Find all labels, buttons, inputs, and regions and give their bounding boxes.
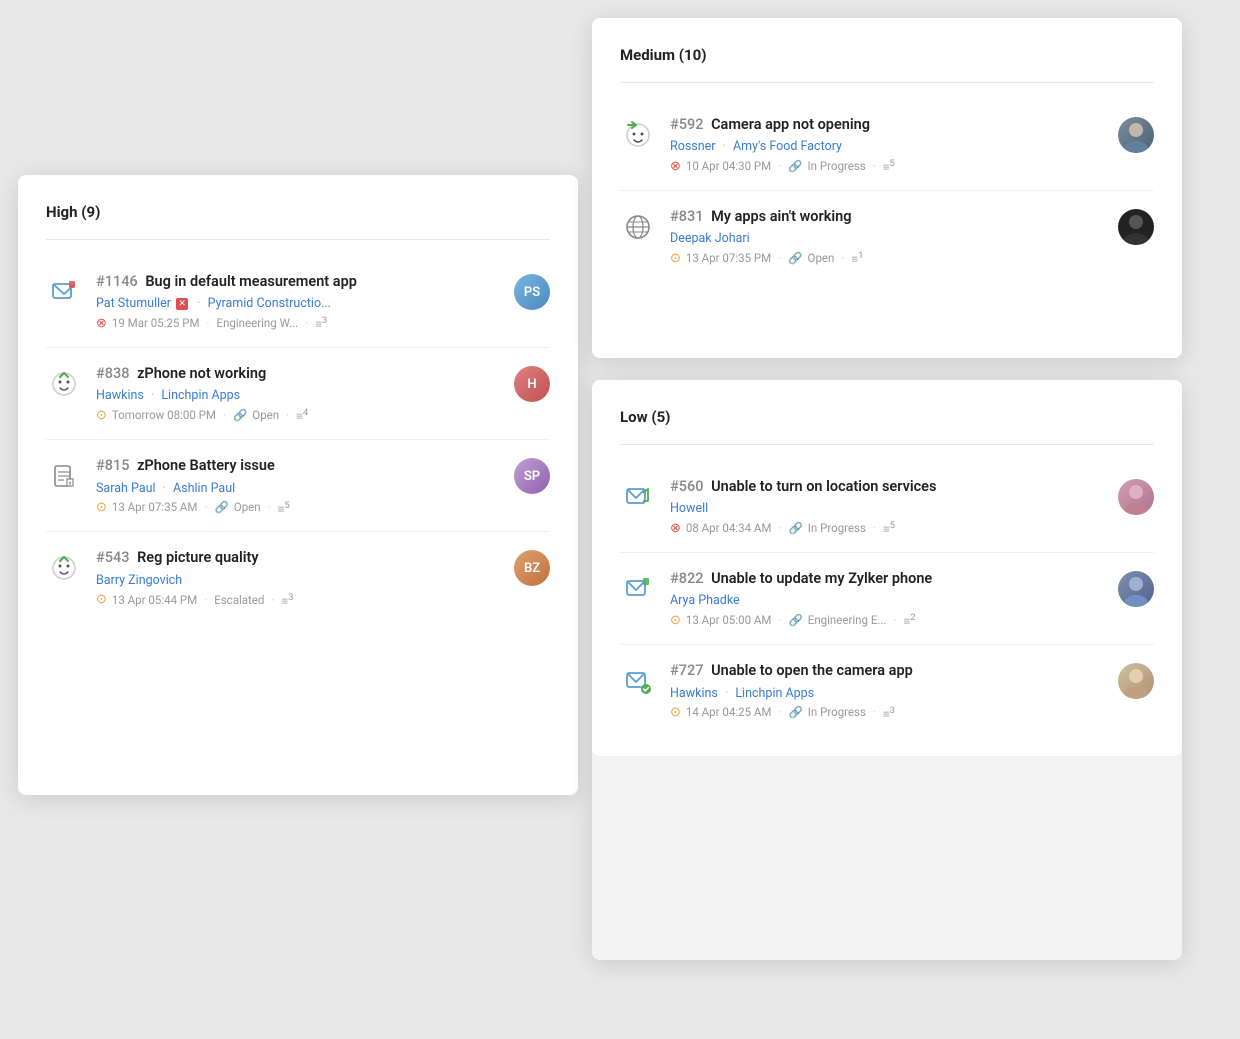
ticket-body: #560 Unable to turn on location services… xyxy=(670,477,1104,536)
ticket-title: #815 zPhone Battery issue xyxy=(96,456,500,476)
ticket-body: #831 My apps ain't working Deepak Johari… xyxy=(670,207,1104,266)
ticket-agent[interactable]: Hawkins xyxy=(96,388,144,403)
ticket-body: #822 Unable to update my Zylker phone Ar… xyxy=(670,569,1104,628)
ticket-title: #822 Unable to update my Zylker phone xyxy=(670,569,1104,589)
ticket-company[interactable]: Linchpin Apps xyxy=(735,686,814,701)
ticket-item[interactable]: #838 zPhone not working Hawkins · Linchp… xyxy=(46,348,550,440)
ticket-meta-links: Barry Zingovich xyxy=(96,573,500,588)
ticket-company[interactable]: Amy's Food Factory xyxy=(733,139,842,154)
ticket-title: #1146 Bug in default measurement app xyxy=(96,272,500,292)
ticket-title: #592 Camera app not opening xyxy=(670,115,1104,135)
ticket-meta-info: ⊗ 10 Apr 04:30 PM · 🔗 In Progress · ≡5 xyxy=(670,158,1104,174)
ticket-item[interactable]: #831 My apps ain't working Deepak Johari… xyxy=(620,191,1154,282)
ticket-item[interactable]: #822 Unable to update my Zylker phone Ar… xyxy=(620,553,1154,645)
ticket-meta-links: Arya Phadke xyxy=(670,593,1104,608)
ticket-meta-links: Rossner · Amy's Food Factory xyxy=(670,139,1104,154)
ticket-agent[interactable]: Deepak Johari xyxy=(670,231,750,246)
ticket-id: #543 xyxy=(96,549,129,566)
avatar xyxy=(1118,571,1154,607)
high-section-title: High (9) xyxy=(46,203,550,221)
ticket-agent[interactable]: Rossner xyxy=(670,139,716,154)
ticket-id: #727 xyxy=(670,662,703,679)
ticket-meta-info: ⊙ 13 Apr 07:35 AM · 🔗 Open · ≡5 xyxy=(96,500,500,516)
mail-check-icon xyxy=(620,663,656,699)
ticket-body: #815 zPhone Battery issue Sarah Paul · A… xyxy=(96,456,500,515)
ticket-company[interactable]: Ashlin Paul xyxy=(173,481,235,496)
ticket-body: #838 zPhone not working Hawkins · Linchp… xyxy=(96,364,500,423)
globe-icon xyxy=(620,209,656,245)
ticket-meta-info: ⊙ Tomorrow 08:00 PM · 🔗 Open · ≡4 xyxy=(96,407,500,423)
low-section-title: Low (5) xyxy=(620,408,1154,426)
ticket-id: #822 xyxy=(670,570,703,587)
ticket-company[interactable]: Linchpin Apps xyxy=(161,388,240,403)
ticket-meta-info: ⊗ 08 Apr 04:34 AM · 🔗 In Progress · ≡5 xyxy=(670,520,1104,536)
ticket-item[interactable]: #727 Unable to open the camera app Hawki… xyxy=(620,645,1154,736)
ticket-company[interactable]: Pyramid Constructio... xyxy=(208,296,331,311)
mail-icon xyxy=(620,479,656,515)
ticket-body: #543 Reg picture quality Barry Zingovich… xyxy=(96,548,500,607)
ticket-agent[interactable]: Arya Phadke xyxy=(670,593,740,608)
ticket-title: #543 Reg picture quality xyxy=(96,548,500,568)
ticket-item[interactable]: #1146 Bug in default measurement app Pat… xyxy=(46,256,550,348)
ticket-meta-links: Hawkins · Linchpin Apps xyxy=(96,388,500,403)
ticket-body: #592 Camera app not opening Rossner · Am… xyxy=(670,115,1104,174)
avatar xyxy=(1118,117,1154,153)
ticket-meta-links: Deepak Johari xyxy=(670,231,1104,246)
ticket-agent[interactable]: Howell xyxy=(670,501,708,516)
face-green-icon xyxy=(46,366,82,402)
mail-flag-green-icon xyxy=(620,571,656,607)
ticket-body: #727 Unable to open the camera app Hawki… xyxy=(670,661,1104,720)
face-icon xyxy=(46,550,82,586)
ticket-agent[interactable]: Pat Stumuller xyxy=(96,296,171,311)
ticket-body: #1146 Bug in default measurement app Pat… xyxy=(96,272,500,331)
ticket-title: #560 Unable to turn on location services xyxy=(670,477,1104,497)
medium-priority-panel: Medium (10) #592 Camera app not opening … xyxy=(592,18,1182,358)
ticket-id: #815 xyxy=(96,457,129,474)
ticket-title: #727 Unable to open the camera app xyxy=(670,661,1104,681)
high-priority-panel: High (9) #1146 Bug in default measuremen… xyxy=(18,175,578,795)
ticket-agent[interactable]: Hawkins xyxy=(670,686,718,701)
low-priority-panel-wrapper: Low (5) #560 Unable to turn on location … xyxy=(592,380,1182,960)
avatar: SP xyxy=(514,458,550,494)
ticket-id: #831 xyxy=(670,208,703,225)
ticket-item[interactable]: #560 Unable to turn on location services… xyxy=(620,461,1154,553)
ticket-meta-links: Hawkins · Linchpin Apps xyxy=(670,686,1104,701)
ticket-id: #838 xyxy=(96,365,129,382)
avatar xyxy=(1118,663,1154,699)
ticket-meta-info: ⊙ 14 Apr 04:25 AM · 🔗 In Progress · ≡3 xyxy=(670,705,1104,721)
face-green-arrow-icon xyxy=(620,117,656,153)
ticket-agent[interactable]: Sarah Paul xyxy=(96,481,156,496)
ticket-title: #838 zPhone not working xyxy=(96,364,500,384)
avatar xyxy=(1118,479,1154,515)
ticket-item[interactable]: #815 zPhone Battery issue Sarah Paul · A… xyxy=(46,440,550,532)
ticket-item[interactable]: #592 Camera app not opening Rossner · Am… xyxy=(620,99,1154,191)
ticket-meta-links: Sarah Paul · Ashlin Paul xyxy=(96,481,500,496)
ticket-meta-links: Pat Stumuller ✕ · Pyramid Constructio... xyxy=(96,296,500,311)
ticket-meta-info: ⊙ 13 Apr 07:35 PM · 🔗 Open · ≡1 xyxy=(670,250,1104,266)
ticket-meta-links: Howell xyxy=(670,501,1104,516)
ticket-meta-info: ⊙ 13 Apr 05:44 PM · Escalated · ≡3 xyxy=(96,592,500,608)
low-priority-panel: Low (5) #560 Unable to turn on location … xyxy=(592,380,1182,756)
medium-section-title: Medium (10) xyxy=(620,46,1154,64)
ticket-id: #592 xyxy=(670,116,703,133)
avatar xyxy=(1118,209,1154,245)
ticket-agent[interactable]: Barry Zingovich xyxy=(96,573,182,588)
avatar: BZ xyxy=(514,550,550,586)
ticket-title: #831 My apps ain't working xyxy=(670,207,1104,227)
ticket-id: #1146 xyxy=(96,273,138,290)
ticket-id: #560 xyxy=(670,478,703,495)
doc-icon xyxy=(46,458,82,494)
mail-flag-icon xyxy=(46,274,82,310)
avatar: PS xyxy=(514,274,550,310)
ticket-item[interactable]: #543 Reg picture quality Barry Zingovich… xyxy=(46,532,550,623)
ticket-meta-info: ⊙ 13 Apr 05:00 AM · 🔗 Engineering E... ·… xyxy=(670,612,1104,628)
ticket-meta-info: ⊗ 19 Mar 05:25 PM · Engineering W... · ≡… xyxy=(96,315,500,331)
avatar: H xyxy=(514,366,550,402)
